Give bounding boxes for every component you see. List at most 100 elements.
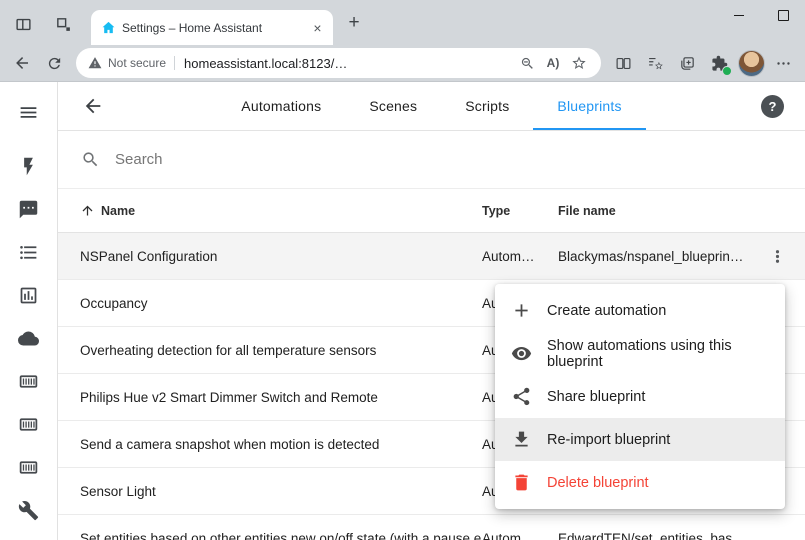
browser-tab[interactable]: Settings – Home Assistant × xyxy=(91,10,333,45)
favorites-star-list-icon xyxy=(647,55,664,72)
read-aloud-icon: A) xyxy=(547,56,560,70)
split-screen-button[interactable] xyxy=(607,48,639,78)
arrow-left-icon xyxy=(82,95,104,117)
back-button[interactable] xyxy=(6,48,38,78)
sidebar-item-server-2[interactable] xyxy=(7,403,51,446)
hamburger-icon xyxy=(18,102,39,123)
browser-menu-button[interactable] xyxy=(767,48,799,78)
server-icon xyxy=(18,457,39,478)
workspaces-icon xyxy=(55,16,72,33)
row-name: Send a camera snapshot when motion is de… xyxy=(80,437,482,452)
wrench-icon xyxy=(18,500,39,521)
sidebar-item-assist[interactable] xyxy=(7,188,51,231)
row-file: EdwardTEN/set_entities_bas… xyxy=(558,531,763,540)
help-button[interactable]: ? xyxy=(761,95,784,118)
sidebar-item-logbook[interactable] xyxy=(7,231,51,274)
column-header-name[interactable]: Name xyxy=(80,203,482,218)
minimize-button[interactable] xyxy=(717,0,761,31)
table-row[interactable]: NSPanel Configuration Autom… Blackymas/n… xyxy=(58,233,805,280)
ha-tab-bar: Automations Scenes Scripts Blueprints xyxy=(58,82,805,130)
menu-item-reimport-blueprint[interactable]: Re-import blueprint xyxy=(495,418,785,461)
not-secure-warning-icon xyxy=(88,56,102,70)
menu-item-label: Share blueprint xyxy=(547,389,645,405)
sidebar-item-developer-tools[interactable] xyxy=(7,489,51,532)
refresh-button[interactable] xyxy=(38,48,70,78)
lightning-icon xyxy=(18,156,39,177)
row-type: Autom… xyxy=(482,531,558,540)
ha-back-button[interactable] xyxy=(75,88,111,124)
zoom-indicator-button[interactable] xyxy=(514,50,540,76)
extension-status-badge xyxy=(722,66,732,76)
maximize-button[interactable] xyxy=(761,0,805,31)
row-overflow-menu-button[interactable] xyxy=(768,247,787,266)
extensions-button[interactable] xyxy=(703,48,735,78)
workspaces-button[interactable] xyxy=(49,10,77,38)
row-name: Philips Hue v2 Smart Dimmer Switch and R… xyxy=(80,390,482,405)
plus-icon xyxy=(511,300,532,321)
sidebar-item-energy[interactable] xyxy=(7,145,51,188)
menu-item-show-automations[interactable]: Show automations using this blueprint xyxy=(495,332,785,375)
sidebar-item-history[interactable] xyxy=(7,274,51,317)
refresh-icon xyxy=(46,55,63,72)
tab-scripts[interactable]: Scripts xyxy=(441,82,533,130)
row-file: Blackymas/nspanel_blueprin… xyxy=(558,249,763,264)
menu-item-label: Create automation xyxy=(547,303,666,319)
ha-header: Automations Scenes Scripts Blueprints ? xyxy=(58,82,805,131)
more-horizontal-icon xyxy=(775,55,792,72)
split-screen-icon xyxy=(615,55,632,72)
browser-toolbar: Not secure homeassistant.local:8123/… A) xyxy=(0,45,805,81)
chart-box-icon xyxy=(18,285,39,306)
column-header-type[interactable]: Type xyxy=(482,204,558,218)
sort-ascending-icon xyxy=(80,203,95,218)
sidebar-item-server-3[interactable] xyxy=(7,446,51,489)
collections-icon xyxy=(679,55,696,72)
row-context-menu: Create automation Show automations using… xyxy=(495,284,785,509)
kebab-menu-icon xyxy=(768,247,787,266)
search-input[interactable] xyxy=(113,150,537,169)
address-bar[interactable]: Not secure homeassistant.local:8123/… A) xyxy=(76,48,601,78)
row-name: Occupancy xyxy=(80,296,482,311)
favorites-button[interactable] xyxy=(639,48,671,78)
search-icon xyxy=(81,150,100,169)
table-row[interactable]: Set entities based on other entities new… xyxy=(58,515,805,540)
menu-item-delete-blueprint[interactable]: Delete blueprint xyxy=(495,461,785,504)
sidebar-item-cloud[interactable] xyxy=(7,317,51,360)
browser-chrome: Settings – Home Assistant × + Not secure… xyxy=(0,0,805,82)
menu-item-label: Re-import blueprint xyxy=(547,432,670,448)
eye-icon xyxy=(511,343,532,364)
zoom-out-icon xyxy=(520,56,535,71)
maximize-icon xyxy=(778,10,789,21)
collections-button[interactable] xyxy=(671,48,703,78)
tab-blueprints[interactable]: Blueprints xyxy=(533,82,645,130)
column-label-name: Name xyxy=(101,204,135,218)
vertical-tabs-icon xyxy=(15,16,32,33)
table-header: Name Type File name xyxy=(58,188,805,233)
minimize-icon xyxy=(734,15,744,16)
favorite-button[interactable] xyxy=(566,50,592,76)
ha-sidebar xyxy=(0,82,58,540)
tab-actions-button[interactable] xyxy=(9,10,37,38)
tab-automations[interactable]: Automations xyxy=(217,82,345,130)
row-name: Sensor Light xyxy=(80,484,482,499)
sidebar-menu-button[interactable] xyxy=(7,92,51,132)
row-name: NSPanel Configuration xyxy=(80,249,482,264)
profile-button[interactable] xyxy=(735,48,767,78)
menu-item-create-automation[interactable]: Create automation xyxy=(495,289,785,332)
menu-item-label: Delete blueprint xyxy=(547,475,649,491)
chat-icon xyxy=(18,199,39,220)
sidebar-item-server-1[interactable] xyxy=(7,360,51,403)
tab-close-icon[interactable]: × xyxy=(309,19,326,36)
list-icon xyxy=(18,242,39,263)
server-icon xyxy=(18,371,39,392)
share-icon xyxy=(511,386,532,407)
tab-title: Settings – Home Assistant xyxy=(122,21,303,35)
column-header-file[interactable]: File name xyxy=(558,204,763,218)
menu-item-share-blueprint[interactable]: Share blueprint xyxy=(495,375,785,418)
home-assistant-favicon xyxy=(101,20,116,35)
row-type: Autom… xyxy=(482,249,558,264)
new-tab-button[interactable]: + xyxy=(341,10,367,36)
tab-scenes[interactable]: Scenes xyxy=(345,82,441,130)
read-aloud-button[interactable]: A) xyxy=(540,50,566,76)
server-icon xyxy=(18,414,39,435)
window-controls xyxy=(717,0,805,31)
